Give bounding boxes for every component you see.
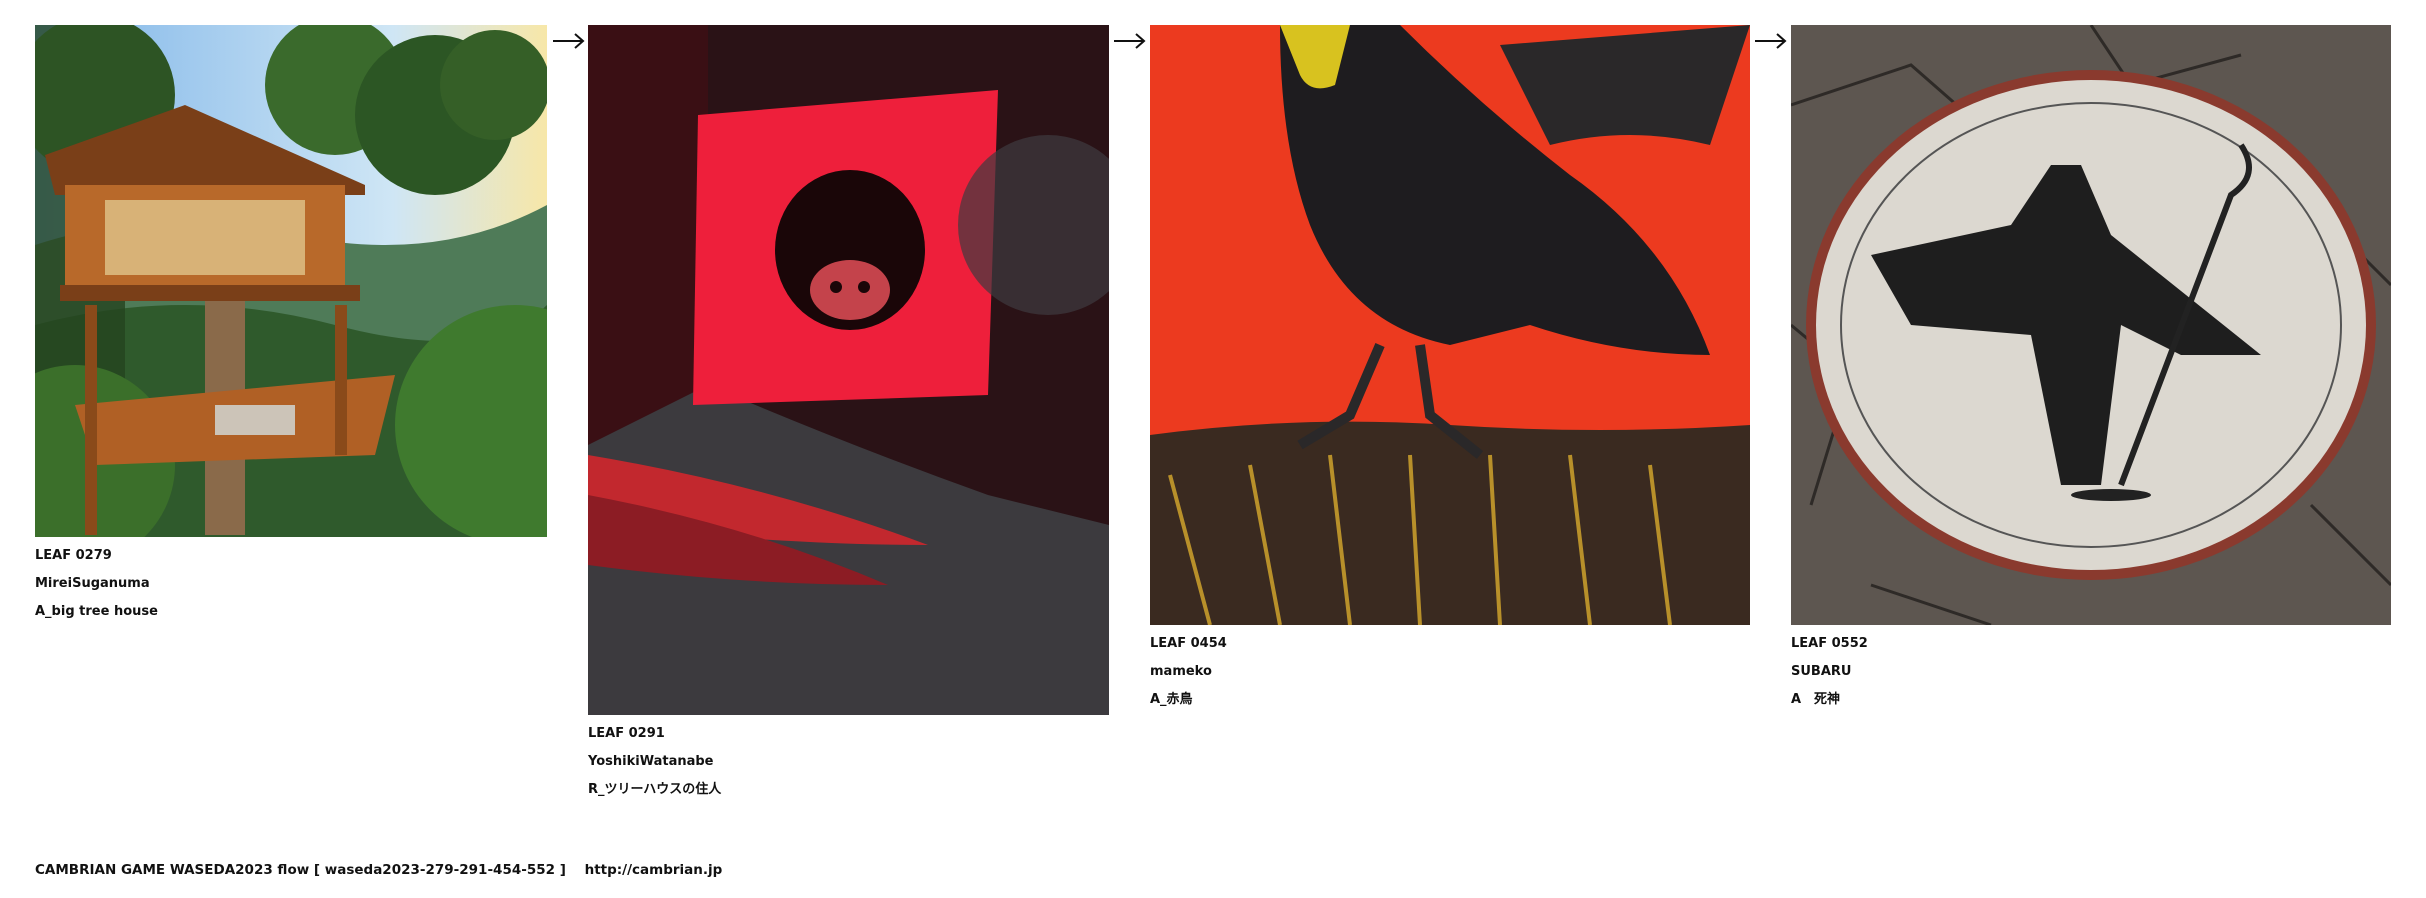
leaf-meta-0279: LEAF 0279 MireiSuganuma A_big tree house bbox=[35, 542, 158, 626]
footer-url-link[interactable]: http://cambrian.jp bbox=[585, 862, 723, 878]
leaf-image-0291[interactable] bbox=[588, 25, 1109, 715]
leaf-image-0279[interactable] bbox=[35, 25, 547, 537]
leaf-meta-0552: LEAF 0552 SUBARU A 死神 bbox=[1791, 630, 1868, 714]
footer: CAMBRIAN GAME WASEDA2023 flow [ waseda20… bbox=[35, 862, 736, 878]
leaf-image-0552[interactable] bbox=[1791, 25, 2391, 625]
leaf-meta-0291: LEAF 0291 YoshikiWatanabe R_ツリーハウスの住人 bbox=[588, 720, 721, 804]
arrow-right-icon bbox=[553, 33, 585, 49]
tree-house-illustration bbox=[35, 25, 547, 537]
leaf-id: LEAF 0291 bbox=[588, 726, 665, 741]
leaf-title: A_赤鳥 bbox=[1150, 692, 1193, 707]
leaf-author[interactable]: YoshikiWatanabe bbox=[588, 748, 721, 776]
leaf-id: LEAF 0552 bbox=[1791, 636, 1868, 651]
leaf-title: A 死神 bbox=[1791, 692, 1841, 707]
leaf-author[interactable]: MireiSuganuma bbox=[35, 570, 158, 598]
reaper-plate-illustration bbox=[1791, 25, 2391, 625]
leaf-title: R_ツリーハウスの住人 bbox=[588, 782, 722, 797]
leaf-author[interactable]: SUBARU bbox=[1791, 658, 1868, 686]
red-sign-illustration bbox=[588, 25, 1109, 715]
leaf-image-0454[interactable] bbox=[1150, 25, 1750, 625]
footer-game-flow: CAMBRIAN GAME WASEDA2023 flow [ waseda20… bbox=[35, 862, 566, 878]
leaf-id: LEAF 0279 bbox=[35, 548, 112, 563]
leaf-title: A_big tree house bbox=[35, 604, 158, 619]
leaf-author[interactable]: mameko bbox=[1150, 658, 1227, 686]
crow-illustration bbox=[1150, 25, 1750, 625]
leaf-meta-0454: LEAF 0454 mameko A_赤鳥 bbox=[1150, 630, 1227, 714]
arrow-right-icon bbox=[1114, 33, 1146, 49]
leaf-id: LEAF 0454 bbox=[1150, 636, 1227, 651]
arrow-right-icon bbox=[1755, 33, 1787, 49]
